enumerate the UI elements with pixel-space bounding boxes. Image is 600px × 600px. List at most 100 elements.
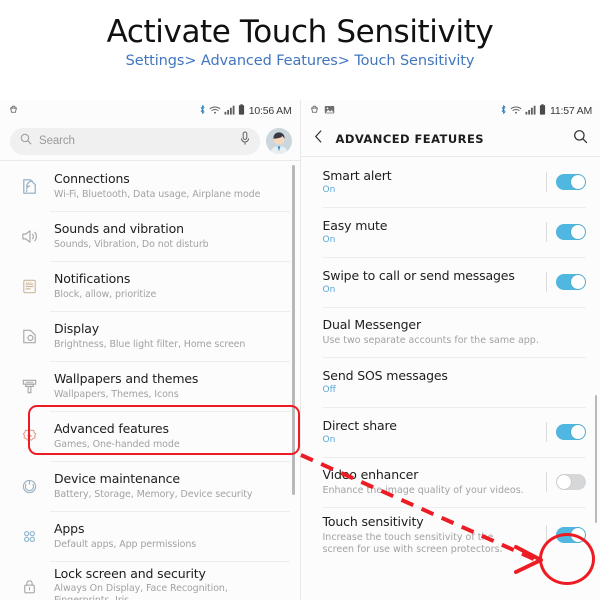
toggle-row-title: Easy mute xyxy=(322,217,388,233)
settings-item-notifications[interactable]: Notifications Block, allow, prioritize xyxy=(0,261,300,311)
toggle-row-text: Dual Messenger Use two separate accounts… xyxy=(323,317,587,347)
settings-item-title: Sounds and vibration xyxy=(54,221,184,237)
search-input[interactable]: Search xyxy=(10,127,260,155)
toggle-switch[interactable] xyxy=(556,274,586,290)
toggle-switch[interactable] xyxy=(556,224,586,240)
toggle-row-touch-sensitivity[interactable]: Touch sensitivity Increase the touch sen… xyxy=(301,507,600,563)
settings-item-title: Device maintenance xyxy=(54,471,180,487)
settings-item-sounds-and-vibration[interactable]: Sounds and vibration Sounds, Vibration, … xyxy=(0,211,300,261)
bluetooth-icon xyxy=(199,104,206,118)
toggle-row-title: Video enhancer xyxy=(322,467,419,483)
settings-item-advanced-features[interactable]: Advanced features Games, One-handed mode xyxy=(0,411,300,461)
signal-icon xyxy=(525,105,536,118)
apps-icon xyxy=(14,527,44,546)
toggle-row-state: On xyxy=(322,185,336,196)
settings-item-subtitle: Battery, Storage, Memory, Device securit… xyxy=(54,489,253,501)
toggle-knob xyxy=(571,225,585,239)
scrollbar-right[interactable] xyxy=(594,395,597,523)
basket-icon xyxy=(309,104,320,118)
breadcrumb: Settings> Advanced Features> Touch Sensi… xyxy=(125,53,475,70)
back-chevron-icon[interactable] xyxy=(313,129,324,149)
settings-item-device-maintenance[interactable]: Device maintenance Battery, Storage, Mem… xyxy=(0,461,300,511)
phone-panels: 10:56 AM Search Connections Wi-Fi, Bluet… xyxy=(0,100,600,600)
bluetooth-icon xyxy=(500,104,507,118)
heading-block: Activate Touch Sensitivity Settings> Adv… xyxy=(0,0,600,100)
toggle-row-video-enhancer[interactable]: Video enhancer Enhance the image quality… xyxy=(301,457,600,507)
right-phone-screenshot: 11:57 AM ADVANCED FEATURES Smart alert O… xyxy=(299,100,600,600)
status-right-icons: 11:57 AM xyxy=(500,104,592,118)
toggle-control xyxy=(546,525,586,545)
settings-item-title: Apps xyxy=(54,521,85,537)
settings-item-wallpapers-and-themes[interactable]: Wallpapers and themes Wallpapers, Themes… xyxy=(0,361,300,411)
toggle-row-state: On xyxy=(322,435,336,446)
settings-item-text: Connections Wi-Fi, Bluetooth, Data usage… xyxy=(54,171,288,200)
settings-item-lock-screen-and-security[interactable]: Lock screen and security Always On Displ… xyxy=(0,561,300,600)
toggle-row-send-sos-messages[interactable]: Send SOS messages Off xyxy=(301,357,600,407)
toggle-row-direct-share[interactable]: Direct share On xyxy=(301,407,600,457)
toggle-knob xyxy=(571,425,585,439)
settings-item-subtitle: Sounds, Vibration, Do not disturb xyxy=(54,239,209,251)
toggle-row-dual-messenger[interactable]: Dual Messenger Use two separate accounts… xyxy=(301,307,600,357)
settings-item-title: Advanced features xyxy=(54,421,169,437)
toggle-row-title: Smart alert xyxy=(322,167,392,183)
toggle-switch[interactable] xyxy=(556,424,586,440)
left-status-bar: 10:56 AM xyxy=(0,100,300,122)
toggle-row-state: On xyxy=(322,235,336,246)
settings-item-apps[interactable]: Apps Default apps, App permissions xyxy=(0,511,300,561)
toggle-row-subtitle: Use two separate accounts for the same a… xyxy=(322,334,539,346)
control-separator xyxy=(546,222,547,242)
settings-item-connections[interactable]: Connections Wi-Fi, Bluetooth, Data usage… xyxy=(0,161,300,211)
toggle-row-text: Easy mute On xyxy=(323,218,547,246)
toggle-knob xyxy=(571,175,585,189)
toggle-switch[interactable] xyxy=(556,527,586,543)
toggle-row-easy-mute[interactable]: Easy mute On xyxy=(301,207,600,257)
toggle-row-text: Direct share On xyxy=(323,418,547,446)
settings-item-subtitle: Brightness, Blue light filter, Home scre… xyxy=(54,339,246,351)
toggle-row-swipe-to-call-or-send-messages[interactable]: Swipe to call or send messages On xyxy=(301,257,600,307)
toggle-switch[interactable] xyxy=(556,174,586,190)
toggle-row-text: Swipe to call or send messages On xyxy=(323,268,547,296)
settings-item-title: Connections xyxy=(54,171,130,187)
toggle-row-title: Direct share xyxy=(322,417,397,433)
control-separator xyxy=(546,525,547,545)
status-time: 10:56 AM xyxy=(248,105,292,117)
toggle-control xyxy=(546,172,586,192)
wifi-icon xyxy=(209,105,221,118)
scrollbar-left[interactable] xyxy=(292,165,295,495)
settings-item-title: Notifications xyxy=(54,271,131,287)
settings-item-text: Notifications Block, allow, prioritize xyxy=(54,271,288,300)
app-bar: ADVANCED FEATURES xyxy=(300,122,600,156)
settings-item-subtitle: Wallpapers, Themes, Icons xyxy=(54,389,179,401)
settings-item-display[interactable]: Display Brightness, Blue light filter, H… xyxy=(0,311,300,361)
search-icon[interactable] xyxy=(573,129,588,149)
toggle-knob xyxy=(557,475,571,489)
settings-item-subtitle: Wi-Fi, Bluetooth, Data usage, Airplane m… xyxy=(54,189,261,201)
toggle-row-text: Send SOS messages Off xyxy=(323,368,587,396)
signal-icon xyxy=(224,105,235,118)
avatar[interactable] xyxy=(265,128,292,154)
settings-item-text: Apps Default apps, App permissions xyxy=(54,521,288,550)
toggle-control xyxy=(546,272,586,292)
tutorial-screenshot: Activate Touch Sensitivity Settings> Adv… xyxy=(0,0,600,600)
toggle-row-text: Smart alert On xyxy=(323,168,547,196)
toggle-row-text: Touch sensitivity Increase the touch sen… xyxy=(323,514,547,555)
notifications-icon xyxy=(14,277,44,296)
connections-icon xyxy=(14,177,44,196)
toggle-row-title: Touch sensitivity xyxy=(322,514,424,530)
toggle-switch[interactable] xyxy=(556,474,586,490)
toggle-row-text: Video enhancer Enhance the image quality… xyxy=(323,467,547,497)
toggle-row-title: Send SOS messages xyxy=(322,367,448,383)
settings-item-subtitle: Always On Display, Face Recognition, Fin… xyxy=(54,583,228,600)
settings-item-text: Device maintenance Battery, Storage, Mem… xyxy=(54,471,288,500)
photo-icon xyxy=(324,104,335,118)
toggle-knob xyxy=(571,275,585,289)
status-right-icons: 10:56 AM xyxy=(199,104,292,118)
control-separator xyxy=(546,472,547,492)
battery-icon xyxy=(238,104,245,118)
search-icon xyxy=(20,132,32,150)
advanced-features-list: Smart alert On Easy mute On Swipe to cal… xyxy=(300,157,600,563)
wallpaper-brush-icon xyxy=(14,377,44,396)
toggle-row-smart-alert[interactable]: Smart alert On xyxy=(301,157,600,207)
microphone-icon[interactable] xyxy=(240,131,250,151)
toggle-control xyxy=(546,222,586,242)
